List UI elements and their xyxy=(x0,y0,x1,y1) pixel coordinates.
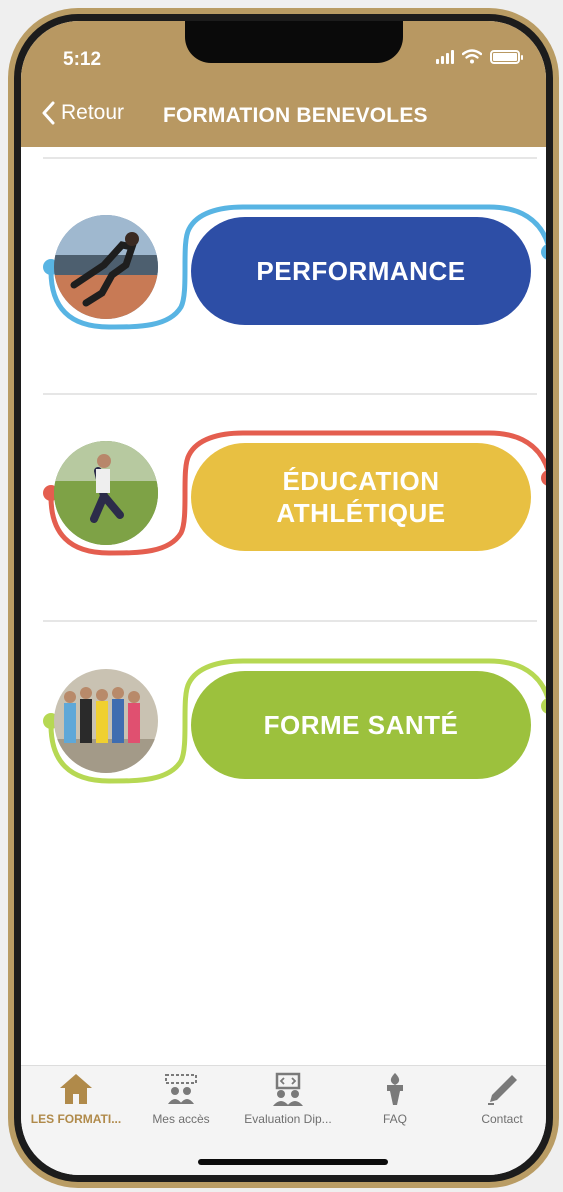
back-label: Retour xyxy=(61,101,125,124)
status-time: 5:12 xyxy=(63,49,102,70)
evaluation-icon xyxy=(273,1072,303,1106)
tab-label: LES FORMATI... xyxy=(30,1112,122,1126)
athlete-photo xyxy=(54,215,158,319)
runner-photo xyxy=(54,441,158,545)
signal-icon xyxy=(436,49,454,64)
course-list: PERFORMANCE ÉDUCATION ATHLÉTIQUE FORME S… xyxy=(21,147,546,1067)
card-education-athletique[interactable]: ÉDUCATION ATHLÉTIQUE xyxy=(21,393,546,563)
device-notch xyxy=(185,21,403,63)
tab-label: FAQ xyxy=(382,1112,407,1126)
status-icons xyxy=(436,49,523,64)
app-screen: 5:12 Retour FORMATION BENEVOLES PERFORMA… xyxy=(21,21,546,1175)
phone-bezel: 5:12 Retour FORMATION BENEVOLES PERFORMA… xyxy=(14,14,553,1182)
wifi-icon xyxy=(462,49,482,64)
tab-mes-acces[interactable]: Mes accès xyxy=(128,1072,234,1142)
group-photo xyxy=(54,669,158,773)
home-icon xyxy=(60,1074,92,1104)
tab-les-formations[interactable]: LES FORMATI... xyxy=(23,1072,129,1142)
divider xyxy=(43,157,537,159)
bottom-tab-bar: LES FORMATI... Mes accès Evaluation Dip.… xyxy=(21,1065,546,1175)
pill-label: PERFORMANCE xyxy=(191,217,531,325)
access-icon xyxy=(165,1074,197,1104)
battery-icon xyxy=(490,49,523,64)
tab-label: Contact xyxy=(481,1112,523,1126)
card-performance[interactable]: PERFORMANCE xyxy=(21,167,546,337)
back-button[interactable]: Retour xyxy=(41,101,124,125)
page-title: FORMATION BENEVOLES xyxy=(163,104,428,127)
pill-label: ÉDUCATION ATHLÉTIQUE xyxy=(191,443,531,551)
tab-faq[interactable]: FAQ xyxy=(342,1072,448,1142)
tab-evaluation[interactable]: Evaluation Dip... xyxy=(235,1072,341,1142)
home-indicator[interactable] xyxy=(198,1159,388,1165)
pill-label: FORME SANTÉ xyxy=(191,671,531,779)
app-header: 5:12 Retour FORMATION BENEVOLES xyxy=(21,21,546,147)
card-forme-sante[interactable]: FORME SANTÉ xyxy=(21,621,546,791)
tab-label: Evaluation Dip... xyxy=(244,1112,332,1126)
phone-frame: 5:12 Retour FORMATION BENEVOLES PERFORMA… xyxy=(8,8,559,1188)
tab-label: Mes accès xyxy=(152,1112,210,1126)
tab-contact[interactable]: Contact xyxy=(449,1072,546,1142)
chevron-left-icon xyxy=(42,101,55,125)
pen-icon xyxy=(488,1075,517,1105)
torch-icon xyxy=(387,1073,403,1105)
